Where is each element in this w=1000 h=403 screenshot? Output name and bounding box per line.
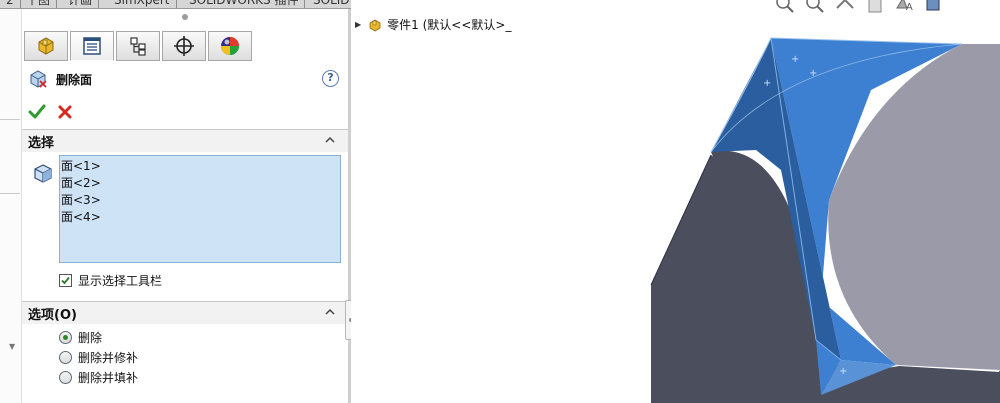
cancel-x-icon[interactable] <box>56 103 74 121</box>
selection-group-title: 选择 <box>28 135 55 151</box>
part-icon <box>38 37 54 55</box>
left-gutter: ▼ <box>0 9 22 403</box>
feature-title: 删除面 <box>28 69 92 89</box>
svg-text:A: A <box>906 2 913 13</box>
list-item[interactable]: 面<1> <box>61 158 339 175</box>
gutter-divider <box>0 119 20 120</box>
point-marker: + <box>763 78 771 89</box>
face-selection-icon <box>34 164 52 183</box>
tree-root-label[interactable]: 零件1 (默认<<默认>_ <box>387 16 511 33</box>
list-item[interactable]: 面<3> <box>61 192 339 209</box>
selected-faces-list[interactable]: 面<1> 面<2> 面<3> 面<4> <box>59 155 341 263</box>
show-selection-toolbar-label: 显示选择工具栏 <box>78 274 163 288</box>
help-icon[interactable]: ? <box>322 70 339 87</box>
model-3d-view[interactable]: + + + + <box>351 0 1000 403</box>
options-group-title: 选项(O) <box>28 307 77 323</box>
point-marker: + <box>809 68 817 79</box>
option-delete-and-patch-radio[interactable] <box>59 351 72 364</box>
graphics-area[interactable]: + + + + ▶ 零件1 (默认<<默认>_ A <box>351 0 1000 403</box>
tab-3[interactable]: 计画 <box>62 0 100 8</box>
list-item[interactable]: 面<2> <box>61 175 339 192</box>
options-group-header[interactable]: 选项(O) <box>22 301 348 324</box>
option-delete-and-fill-radio[interactable] <box>59 371 72 384</box>
chevron-up-icon[interactable] <box>324 134 336 146</box>
chevron-down-icon[interactable]: ▼ <box>9 342 15 351</box>
point-marker: + <box>839 366 847 377</box>
gutter-divider <box>0 193 20 194</box>
ok-cancel-bar <box>28 103 74 121</box>
option-delete-and-patch[interactable]: 删除并修补 <box>59 349 138 366</box>
checkmark-icon <box>61 276 70 285</box>
zoom-area-icon[interactable] <box>803 0 827 14</box>
point-marker: + <box>791 54 799 65</box>
option-delete-label: 删除 <box>78 331 103 345</box>
option-delete-radio[interactable] <box>59 331 72 344</box>
manager-tab-bar <box>24 31 254 61</box>
display-style-icon[interactable] <box>923 0 947 14</box>
feature-title-text: 删除面 <box>56 72 93 87</box>
tab-solidworks-addins[interactable]: SOLIDWORKS 插件 <box>183 0 306 8</box>
selection-group-header[interactable]: 选择 <box>22 129 348 152</box>
heads-up-view-toolbar: A <box>773 0 947 14</box>
dimxpert-tab[interactable] <box>162 31 206 61</box>
option-delete-and-patch-label: 删除并修补 <box>78 351 139 365</box>
color-sphere-icon <box>221 37 239 55</box>
section-view-icon[interactable] <box>863 0 887 14</box>
zoom-to-fit-icon[interactable] <box>773 0 797 14</box>
configuration-manager-tab[interactable] <box>116 31 160 61</box>
option-delete-and-fill-label: 删除并填补 <box>78 371 139 385</box>
option-delete[interactable]: 删除 <box>59 329 102 346</box>
delete-face-icon <box>30 70 47 88</box>
part-icon <box>369 19 381 31</box>
list-item[interactable]: 面<4> <box>61 209 339 226</box>
option-delete-and-fill[interactable]: 删除并填补 <box>59 369 138 386</box>
previous-view-icon[interactable] <box>833 0 857 14</box>
configuration-icon <box>130 37 146 56</box>
display-manager-tab[interactable] <box>208 31 252 61</box>
property-list-icon <box>83 37 101 55</box>
tab-simxpert[interactable]: SimXpert <box>108 0 177 8</box>
view-orientation-icon[interactable]: A <box>893 0 917 14</box>
ok-checkmark-icon[interactable] <box>28 103 46 121</box>
panel-grip-icon[interactable] <box>182 14 188 20</box>
expand-triangle-icon[interactable]: ▶ <box>355 20 361 29</box>
show-selection-toolbar-checkbox[interactable] <box>59 274 72 287</box>
property-manager-panel: 删除面 ? 选择 面<1> 面<2> 面<3> 面<4> 显示选择工具栏 选项(… <box>22 9 348 403</box>
tab-1[interactable]: 2 <box>0 0 21 8</box>
chevron-up-icon[interactable] <box>324 306 336 318</box>
feature-tree-flyout[interactable]: ▶ 零件1 (默认<<默认>_ <box>355 16 511 33</box>
show-selection-toolbar-option[interactable]: 显示选择工具栏 <box>59 272 162 289</box>
property-manager-tab[interactable] <box>70 31 114 61</box>
crosshair-icon <box>174 36 194 56</box>
feature-manager-tab[interactable] <box>24 31 68 61</box>
tab-2[interactable]: 十图 <box>20 0 58 8</box>
